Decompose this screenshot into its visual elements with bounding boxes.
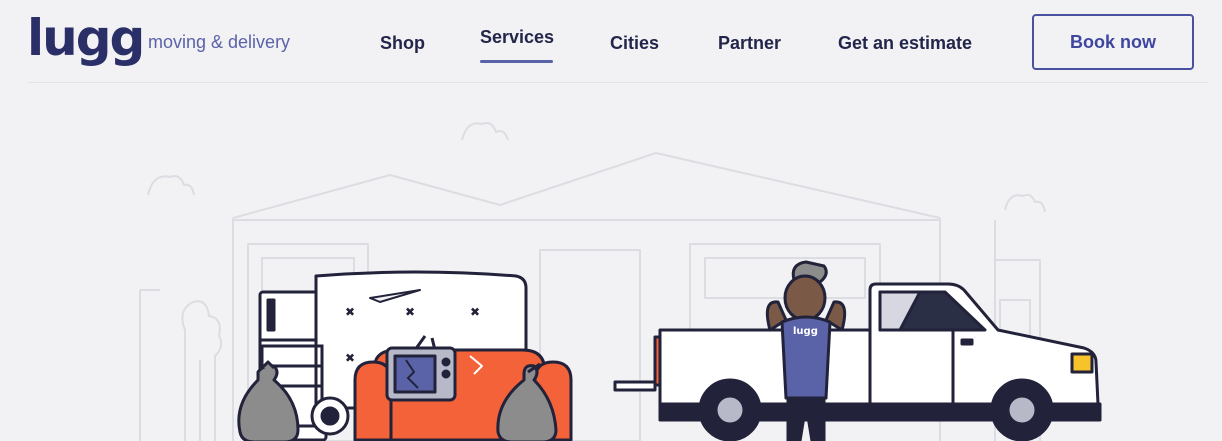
- svg-text:✖: ✖: [345, 305, 355, 319]
- mover-shirt-logo: lugg: [793, 326, 818, 337]
- pickup-truck-illustration: [613, 282, 1102, 441]
- svg-text:✖: ✖: [470, 305, 480, 319]
- nav-divider: [28, 82, 1208, 83]
- svg-text:✖: ✖: [405, 305, 415, 319]
- nav-link-shop[interactable]: Shop: [380, 33, 425, 54]
- hero-illustration: ✖ ✖ ✖ ✖ ✖: [139, 122, 1102, 441]
- top-navigation: lugg moving & delivery Shop Services Cit…: [0, 0, 1222, 84]
- nav-link-get-an-estimate[interactable]: Get an estimate: [838, 33, 972, 54]
- brand-tagline: moving & delivery: [148, 32, 291, 52]
- nav-link-cities[interactable]: Cities: [610, 33, 659, 54]
- background-plant: [181, 300, 223, 441]
- nav-link-partner[interactable]: Partner: [718, 33, 781, 54]
- svg-text:✖: ✖: [345, 351, 355, 365]
- lugg-logo[interactable]: lugg: [27, 8, 145, 68]
- book-now-button[interactable]: Book now: [1032, 14, 1194, 70]
- active-nav-underline: [480, 60, 553, 63]
- nav-link-services[interactable]: Services: [480, 27, 554, 48]
